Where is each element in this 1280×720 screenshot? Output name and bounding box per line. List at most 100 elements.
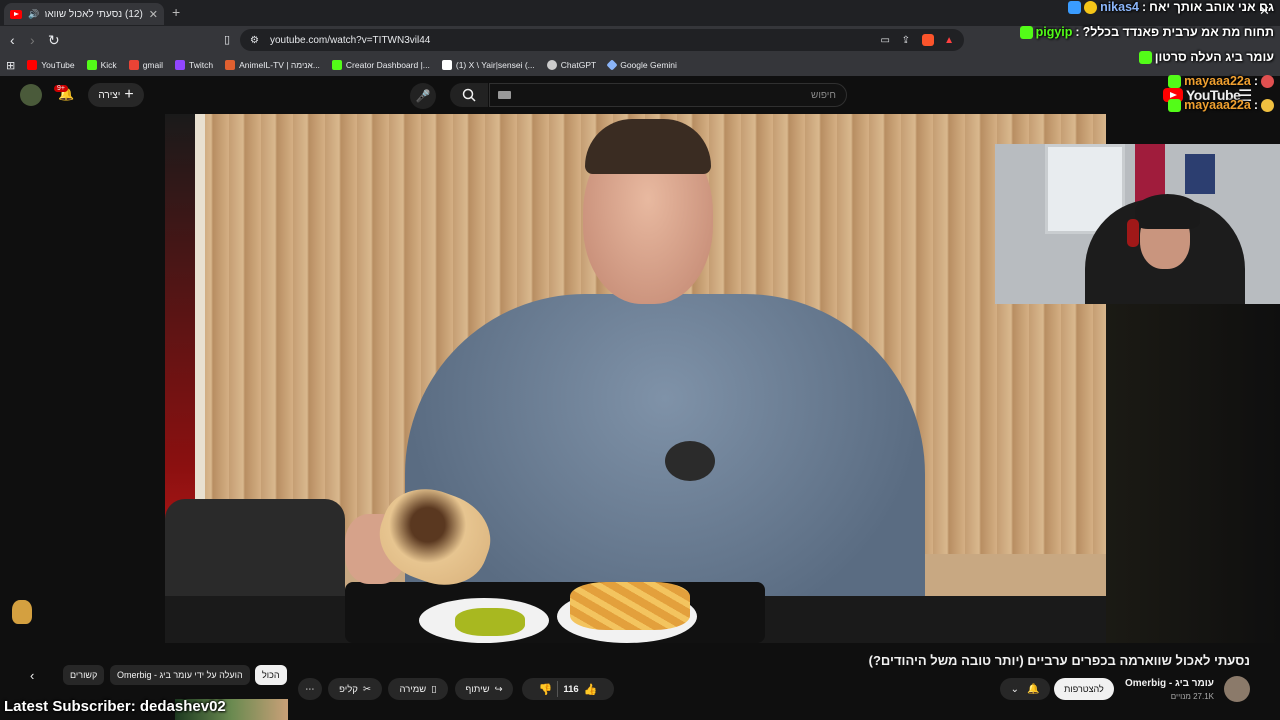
create-label: יצירה (98, 89, 121, 101)
chat-message: mayaaa22a : (1168, 74, 1274, 88)
bookmark-youtube[interactable]: YouTube (27, 60, 75, 70)
x-icon (441, 60, 452, 70)
forward-icon[interactable]: › (30, 32, 35, 48)
clip-button[interactable]: קליפ ✂ (328, 678, 382, 700)
save-label: שמירה (399, 683, 427, 695)
share-icon: ↪ (494, 683, 503, 695)
bookmark-kick[interactable]: Kick (86, 60, 117, 70)
keyboard-icon[interactable] (498, 91, 511, 99)
bookmark-gemini[interactable]: Google Gemini (606, 59, 677, 71)
chat-message: pigyip : תחוח מת אמ ערבית פאנדד בכלל? (1019, 25, 1274, 39)
search-button[interactable] (450, 83, 488, 107)
chevron-down-icon: ⌄ (1010, 683, 1019, 695)
close-tab-icon[interactable]: ✕ (149, 8, 158, 21)
corner-emote-icon (12, 600, 32, 624)
bookmark-creator-dashboard[interactable]: Creator Dashboard |... (331, 60, 430, 70)
brave-shield-icon[interactable] (922, 34, 934, 46)
install-icon[interactable]: ▭ (881, 35, 890, 46)
chip-all[interactable]: הכול (255, 665, 287, 685)
like-button[interactable]: 👍 (584, 683, 598, 696)
secondary-column-background (1106, 304, 1280, 643)
like-dislike-group: 👎 116 👍 (522, 678, 614, 700)
webcam-poster (1185, 154, 1215, 194)
emote-icon (1261, 74, 1274, 88)
url-field[interactable]: ⚙ youtube.com/watch?v=TITWN3vil44 ▭ ⇪ ▲ (240, 29, 964, 51)
voice-search-button[interactable]: 🎤 (410, 83, 436, 109)
chat-username: mayaaa22a (1184, 98, 1251, 112)
like-count: 116 (563, 683, 579, 695)
bell-icon: 🔔 (1026, 683, 1040, 695)
channel-avatar[interactable] (1224, 676, 1250, 702)
chip-related[interactable]: קשורים (63, 665, 105, 685)
notification-settings-button[interactable]: ⌄ 🔔 (1000, 678, 1050, 700)
bookmark-animeil[interactable]: AnimeIL-TV | אנימה... (225, 60, 320, 70)
kick-icon (331, 60, 342, 70)
notifications-badge: 9+ (54, 85, 68, 92)
share-button[interactable]: שיתוף ↪ (455, 678, 513, 700)
chat-separator: : (1075, 25, 1080, 39)
new-tab-icon[interactable]: + (172, 4, 180, 20)
back-icon[interactable]: ‹ (10, 32, 15, 48)
video-frame-pickles (455, 608, 525, 636)
chatgpt-icon (546, 60, 557, 70)
url-text: youtube.com/watch?v=TITWN3vil44 (270, 34, 431, 46)
mic-icon: 🎤 (415, 89, 431, 103)
gmail-icon (128, 60, 139, 70)
speaker-icon[interactable]: 🔊 (28, 9, 39, 20)
webcam-hair (1135, 194, 1200, 229)
search-icon (462, 88, 476, 102)
badge-icon (1168, 74, 1182, 88)
bookmark-page-icon[interactable]: ▯ (224, 33, 230, 46)
avatar[interactable] (20, 84, 42, 106)
chat-message: nikas4 : גם אני אוהב אותך יאח (1068, 0, 1274, 14)
video-frame-hoodie-logo (665, 441, 715, 481)
reload-icon[interactable]: ↻ (48, 32, 60, 49)
badge-icon (1138, 50, 1152, 64)
search-input[interactable]: חיפוש (489, 83, 847, 107)
site-info-icon[interactable]: ⚙ (250, 35, 259, 46)
video-player[interactable] (165, 114, 1106, 643)
subscriber-count: 27.1K מנויים (1170, 692, 1214, 701)
more-actions-button[interactable]: ⋯ (298, 678, 322, 700)
dislike-button[interactable]: 👎 (539, 683, 553, 696)
chat-username: mayaaa22a (1184, 74, 1251, 88)
share-page-icon[interactable]: ⇪ (902, 35, 910, 46)
subscribe-button[interactable]: להצטרפות (1054, 678, 1114, 700)
save-button[interactable]: שמירה ▯ (388, 678, 448, 700)
webcam-headset (1127, 219, 1139, 247)
divider (557, 681, 559, 697)
tab-title: (12) נסעתי לאכול שווארמה בכ (45, 8, 143, 20)
share-label: שיתוף (465, 683, 490, 695)
youtube-icon (27, 60, 38, 70)
more-icon: ⋯ (305, 683, 315, 695)
badge-icon (1068, 0, 1082, 14)
create-button[interactable]: יצירה + (88, 83, 144, 107)
bookmark-x[interactable]: (1) X \ Yair|sensei (... (441, 60, 535, 70)
channel-name[interactable]: עומר ביג - Omerbig (1125, 678, 1214, 689)
latest-subscriber-overlay: Latest Subscriber: dedashev02 (4, 698, 226, 715)
search-placeholder: חיפוש (811, 89, 836, 101)
badge-icon (1168, 98, 1182, 112)
rewards-icon[interactable]: ▲ (944, 35, 954, 46)
browser-tab[interactable]: 🔊 (12) נסעתי לאכול שווארמה בכ ✕ (4, 3, 164, 25)
apps-icon[interactable]: ⊞ (6, 59, 15, 72)
clip-label: קליפ (339, 683, 358, 695)
streamer-webcam-overlay (995, 144, 1280, 304)
gemini-icon (606, 59, 618, 71)
stream-chat-overlay: nikas4 : גם אני אוהב אותך יאח pigyip : ת… (1019, 0, 1280, 120)
badge-icon (1084, 0, 1098, 14)
video-frame-tray (345, 582, 765, 643)
kick-icon (86, 60, 97, 70)
plus-icon: + (124, 86, 134, 103)
bookmark-chatgpt[interactable]: ChatGPT (546, 60, 596, 70)
chips-previous-icon[interactable]: ‹ (30, 668, 34, 683)
chat-message: עומר ביג העלה סרטון (1138, 50, 1274, 64)
bookmark-twitch[interactable]: Twitch (175, 60, 213, 70)
chip-uploaded-by[interactable]: הועלה על ידי עומר ביג - Omerbig (110, 665, 250, 685)
video-frame-fries (570, 582, 690, 630)
chat-username: pigyip (1035, 25, 1073, 39)
bookmark-gmail[interactable]: gmail (128, 60, 163, 70)
emote-icon (1261, 98, 1274, 112)
video-title: נסעתי לאכול שווארמה בכפרים ערביים (יותר … (868, 653, 1250, 668)
close-overlay-icon[interactable]: ✕ (1259, 3, 1270, 19)
